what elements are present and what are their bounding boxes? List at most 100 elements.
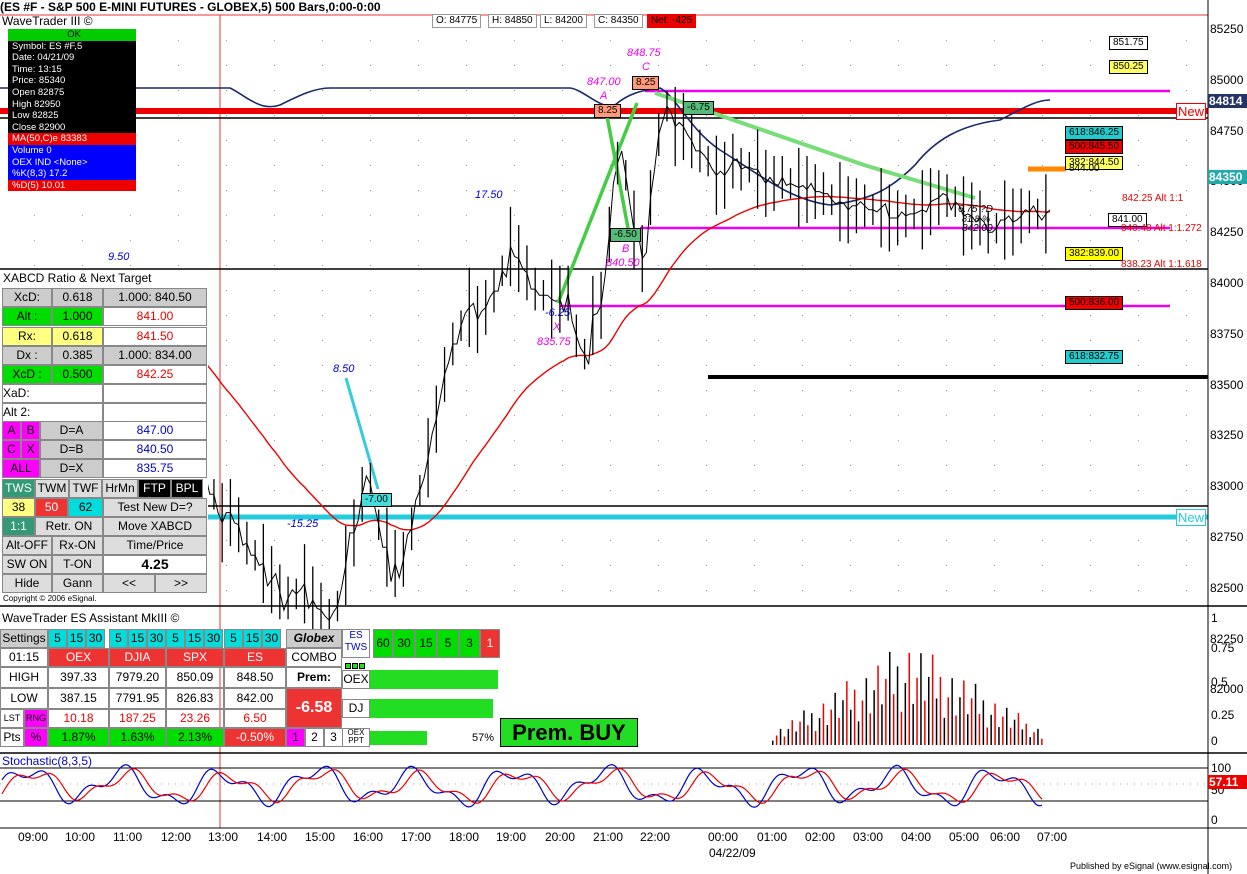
period-button[interactable]: 30 — [147, 629, 166, 648]
time-tick: 11:00 — [113, 830, 143, 844]
prev-button[interactable]: << — [103, 574, 155, 593]
tws-button-30[interactable]: 30 — [393, 629, 415, 658]
price-tick: 83000 — [1210, 479, 1244, 494]
time-tick: 00:00 — [708, 830, 739, 844]
period-button[interactable]: 30 — [204, 629, 223, 648]
alt-label: 838.23 Alt 1:1.618 — [1121, 259, 1202, 270]
volume-bar — [811, 713, 813, 745]
col-header-djia: DJIA — [109, 648, 166, 667]
swing-box: -7.00 — [361, 493, 392, 507]
swing-label: -15.25 — [287, 518, 319, 530]
point-b-button[interactable]: B — [21, 421, 40, 440]
move-xabcd-button[interactable]: Move XABCD — [103, 517, 207, 536]
volume-bar — [779, 728, 782, 745]
lst-label: LST — [0, 709, 24, 728]
ratio-row-value: 0.618 — [52, 326, 103, 346]
row-value: 7791.95 — [109, 688, 166, 709]
tws-button-3[interactable]: 3 — [459, 629, 480, 658]
ratio-38-button[interactable]: 38 — [2, 498, 35, 517]
ratio-50-button[interactable]: 50 — [35, 498, 68, 517]
volume-bar — [865, 678, 868, 745]
rx-on-button[interactable]: Rx-ON — [52, 536, 103, 555]
period-button[interactable]: 15 — [243, 629, 262, 648]
hide-button[interactable]: Hide — [2, 574, 52, 593]
tab-ftp[interactable]: FTP — [138, 479, 171, 498]
alt2-label: Alt 2: — [2, 403, 103, 422]
period-button[interactable]: 5 — [166, 629, 185, 648]
next-button[interactable]: >> — [155, 574, 207, 593]
time-price-button[interactable]: Time/Price — [103, 536, 207, 555]
period-button[interactable]: 5 — [109, 629, 128, 648]
date-label: 04/22/09 — [709, 846, 756, 860]
tab-twf[interactable]: TWF — [69, 479, 102, 498]
volume-bar — [861, 700, 864, 745]
gann-button[interactable]: Gann — [52, 574, 103, 593]
time-tick: 01:00 — [757, 830, 788, 844]
period-button[interactable]: 15 — [67, 629, 86, 648]
volume-bar — [869, 713, 871, 745]
d-equals-a-label: D=A — [40, 421, 103, 440]
tab-tws[interactable]: TWS — [2, 479, 35, 498]
tab-twm[interactable]: TWM — [35, 479, 69, 498]
tws-button-60[interactable]: 60 — [373, 629, 393, 658]
volume-bar — [892, 694, 895, 745]
time-value: 01:15 — [0, 648, 48, 667]
tab-hrmn[interactable]: HrMn — [102, 479, 138, 498]
time-tick: 20:00 — [545, 830, 576, 844]
volume-bar — [947, 697, 949, 745]
point-a-button[interactable]: A — [2, 421, 21, 440]
period-button[interactable]: 15 — [185, 629, 204, 648]
volume-bar — [1006, 707, 1008, 745]
point-x-box: -6.25 — [545, 307, 571, 319]
time-tick: 06:00 — [990, 830, 1021, 844]
info-oex: OEX IND <None> — [8, 156, 136, 169]
combo-label: COMBO — [286, 648, 342, 667]
tws-button-5[interactable]: 5 — [437, 629, 459, 658]
volume-bar — [842, 700, 844, 745]
point-d-box: -6.75 — [683, 101, 714, 115]
time-tick: 12:00 — [161, 830, 192, 844]
sw-on-button[interactable]: SW ON — [2, 555, 52, 574]
lst-value: 187.25 — [109, 709, 166, 728]
volume-tick: 0 — [1211, 734, 1218, 748]
high-quote: H: 84850 — [488, 14, 537, 28]
settings-button[interactable]: Settings — [0, 629, 48, 648]
period-button[interactable]: 5 — [224, 629, 243, 648]
period-button[interactable]: 15 — [128, 629, 147, 648]
point-x-button[interactable]: X — [21, 440, 40, 459]
volume-bar — [783, 736, 786, 745]
volume-bar — [846, 681, 848, 745]
ok-status: OK — [8, 29, 136, 41]
point-a-label: A — [600, 90, 608, 102]
retr-on-button[interactable]: Retr. ON — [35, 517, 103, 536]
test-new-d-button[interactable]: Test New D=? — [103, 498, 207, 517]
time-tick: 05:00 — [949, 830, 980, 844]
ratio-1-1-button[interactable]: 1:1 — [2, 517, 35, 536]
price-tick: 83250 — [1210, 428, 1244, 443]
info-date: Date: 04/21/09 — [8, 52, 136, 64]
num-button[interactable]: 2 — [305, 728, 324, 747]
time-tick: 16:00 — [353, 830, 384, 844]
period-button[interactable]: 30 — [262, 629, 281, 648]
info-k: %K(8,3) 17.2 — [8, 168, 136, 180]
tab-bpl[interactable]: BPL — [171, 479, 203, 498]
alt-off-button[interactable]: Alt-OFF — [2, 536, 52, 555]
ratio-62-button[interactable]: 62 — [68, 498, 103, 517]
num-button[interactable]: 1 — [286, 728, 305, 747]
point-c-button[interactable]: C — [2, 440, 21, 459]
close-quote: C: 84350 — [594, 14, 643, 28]
t-on-button[interactable]: T-ON — [52, 555, 103, 574]
all-button[interactable]: ALL — [2, 459, 40, 478]
alt2-value — [103, 403, 207, 422]
tws-button-15[interactable]: 15 — [415, 629, 437, 658]
period-button[interactable]: 30 — [86, 629, 105, 648]
price-tick: 84250 — [1210, 225, 1244, 240]
es-tws-label: ES TWS — [342, 629, 370, 658]
oex-ppt-bar — [370, 731, 427, 745]
num-button[interactable]: 3 — [324, 728, 343, 747]
tws-button-1[interactable]: 1 — [480, 629, 500, 658]
volume-bar — [990, 714, 992, 745]
volume-bar — [928, 676, 930, 745]
volume-bar — [853, 689, 856, 745]
period-button[interactable]: 5 — [48, 629, 67, 648]
